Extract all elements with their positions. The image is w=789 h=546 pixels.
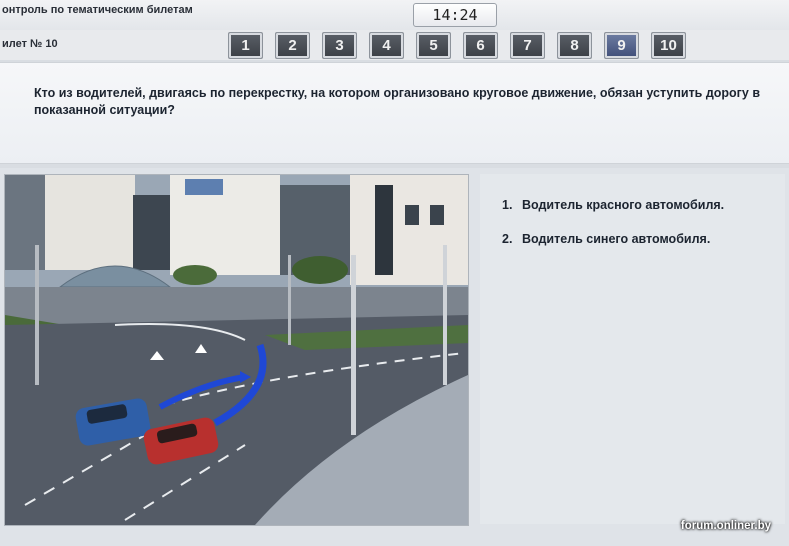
ticket-bar: илет № 10 1 2 3 4 5 6 7 8 9 10: [0, 30, 789, 60]
question-button-8[interactable]: 8: [557, 32, 592, 59]
situation-illustration: [4, 174, 469, 526]
answer-option-1[interactable]: 1. Водитель красного автомобиля.: [502, 198, 724, 212]
question-button-3[interactable]: 3: [322, 32, 357, 59]
app-title: онтроль по тематическим билетам: [2, 4, 193, 16]
question-button-10[interactable]: 10: [651, 32, 686, 59]
answer-number: 2.: [502, 232, 513, 246]
question-button-9[interactable]: 9: [604, 32, 639, 59]
question-button-6[interactable]: 6: [463, 32, 498, 59]
top-bar: онтроль по тематическим билетам 14:24: [0, 0, 789, 31]
question-panel: Кто из водителей, двигаясь по перекрестк…: [0, 62, 789, 164]
question-text: Кто из водителей, двигаясь по перекрестк…: [34, 86, 761, 117]
answer-option-2[interactable]: 2. Водитель синего автомобиля.: [502, 232, 710, 246]
question-button-1[interactable]: 1: [228, 32, 263, 59]
content-area: 1. Водитель красного автомобиля. 2. Водите…: [0, 168, 789, 546]
ticket-label: илет № 10: [2, 38, 58, 50]
screen: онтроль по тематическим билетам 14:24 ил…: [0, 0, 789, 546]
question-button-7[interactable]: 7: [510, 32, 545, 59]
watermark: forum.onliner.by: [680, 520, 771, 532]
answers-panel: 1. Водитель красного автомобиля. 2. Водите…: [480, 174, 785, 524]
answer-text: Водитель синего автомобиля.: [522, 232, 711, 246]
timer: 14:24: [413, 3, 497, 27]
question-button-5[interactable]: 5: [416, 32, 451, 59]
answer-number: 1.: [502, 198, 513, 212]
answer-text: Водитель красного автомобиля.: [522, 198, 725, 212]
question-button-4[interactable]: 4: [369, 32, 404, 59]
question-button-2[interactable]: 2: [275, 32, 310, 59]
